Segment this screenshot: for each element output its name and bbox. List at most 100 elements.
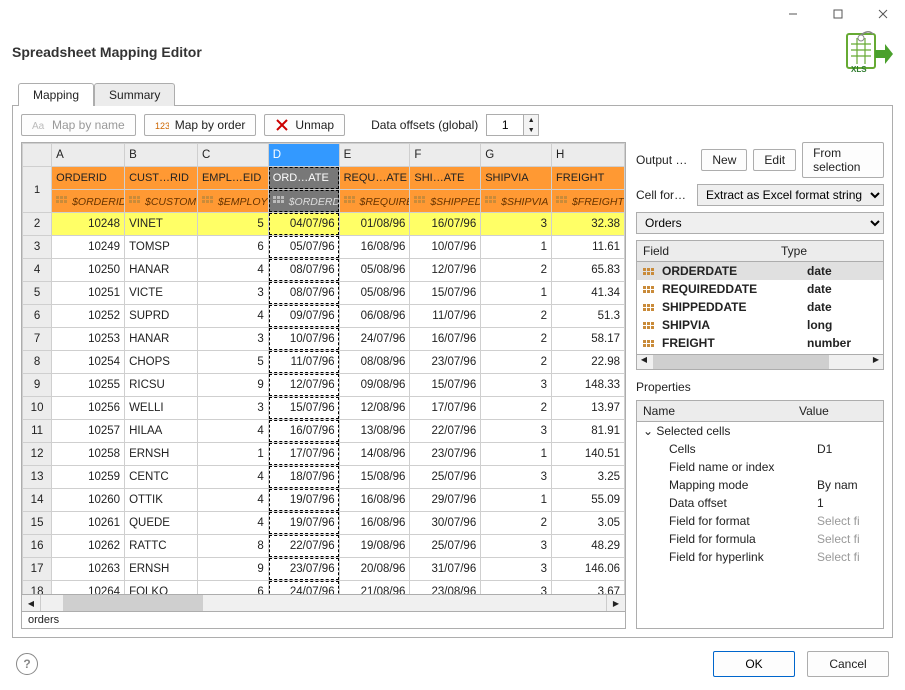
row-header[interactable]: 9	[23, 374, 52, 397]
cell[interactable]: 19/07/96	[268, 489, 339, 512]
cell[interactable]: 18/07/96	[268, 466, 339, 489]
cell[interactable]: 21/08/96	[339, 581, 410, 595]
cell[interactable]: 01/08/96	[339, 213, 410, 236]
cell[interactable]: 8	[197, 535, 268, 558]
cell[interactable]: 16/07/96	[268, 420, 339, 443]
map-var-cell[interactable]: $REQUIRE	[339, 190, 410, 213]
cell[interactable]: 9	[197, 374, 268, 397]
map-header-cell[interactable]: SHI…ATE	[410, 167, 481, 190]
cell[interactable]: 22/07/96	[268, 535, 339, 558]
map-var-cell[interactable]: $EMPLOY	[197, 190, 268, 213]
col-header-G[interactable]: G	[481, 144, 552, 167]
prop-row[interactable]: Field for formatSelect fi	[637, 512, 883, 530]
cell[interactable]: 17/07/96	[410, 397, 481, 420]
cell[interactable]: 16/08/96	[339, 512, 410, 535]
prop-row[interactable]: Field name or index	[637, 458, 883, 476]
cell[interactable]: 1	[481, 282, 552, 305]
cell[interactable]: 3	[481, 420, 552, 443]
cell[interactable]: 55.09	[552, 489, 625, 512]
cell[interactable]: HANAR	[125, 328, 198, 351]
cell[interactable]: 3	[481, 581, 552, 595]
cell[interactable]: 4	[197, 420, 268, 443]
cell[interactable]: 148.33	[552, 374, 625, 397]
cell[interactable]: 65.83	[552, 259, 625, 282]
cell[interactable]: SUPRD	[125, 305, 198, 328]
cell[interactable]: 10253	[52, 328, 125, 351]
cell[interactable]: 10/07/96	[410, 236, 481, 259]
map-header-cell[interactable]: CUST…RID	[125, 167, 198, 190]
cell[interactable]: 10264	[52, 581, 125, 595]
window-close-button[interactable]	[860, 0, 905, 28]
cell[interactable]: 08/08/96	[339, 351, 410, 374]
cell[interactable]: 81.91	[552, 420, 625, 443]
row-header[interactable]: 8	[23, 351, 52, 374]
row-header[interactable]: 3	[23, 236, 52, 259]
cancel-button[interactable]: Cancel	[807, 651, 889, 677]
map-var-cell[interactable]: $SHIPPED	[410, 190, 481, 213]
cell[interactable]: 15/07/96	[268, 397, 339, 420]
prop-row[interactable]: CellsD1	[637, 440, 883, 458]
cell[interactable]: 4	[197, 512, 268, 535]
cell[interactable]: 3	[197, 397, 268, 420]
cell[interactable]: 04/07/96	[268, 213, 339, 236]
cell[interactable]: 6	[197, 236, 268, 259]
cell[interactable]: 11/07/96	[268, 351, 339, 374]
ok-button[interactable]: OK	[713, 651, 795, 677]
field-row[interactable]: ORDERDATEdate	[637, 262, 883, 280]
col-header-C[interactable]: C	[197, 144, 268, 167]
map-header-cell[interactable]: FREIGHT	[552, 167, 625, 190]
row-header[interactable]: 13	[23, 466, 52, 489]
cell[interactable]: 17/07/96	[268, 443, 339, 466]
cell[interactable]: 3	[481, 535, 552, 558]
cell[interactable]: 24/07/96	[339, 328, 410, 351]
field-row[interactable]: SHIPPEDDATEdate	[637, 298, 883, 316]
cell[interactable]: 3.67	[552, 581, 625, 595]
col-header-B[interactable]: B	[125, 144, 198, 167]
cell[interactable]: 3.25	[552, 466, 625, 489]
cell[interactable]: 10257	[52, 420, 125, 443]
cell[interactable]: 10261	[52, 512, 125, 535]
cell[interactable]: 4	[197, 259, 268, 282]
cell[interactable]: FOLKO	[125, 581, 198, 595]
cell[interactable]: 10259	[52, 466, 125, 489]
cell[interactable]: RATTC	[125, 535, 198, 558]
cell[interactable]: 2	[481, 512, 552, 535]
cell[interactable]: 2	[481, 328, 552, 351]
cell[interactable]: 146.06	[552, 558, 625, 581]
cell[interactable]: VINET	[125, 213, 198, 236]
col-header-H[interactable]: H	[552, 144, 625, 167]
cell[interactable]: 15/07/96	[410, 374, 481, 397]
row-header[interactable]: 4	[23, 259, 52, 282]
map-header-cell[interactable]: EMPL…EID	[197, 167, 268, 190]
cell[interactable]: 10249	[52, 236, 125, 259]
cell[interactable]: 23/08/96	[410, 581, 481, 595]
cell[interactable]: 09/07/96	[268, 305, 339, 328]
cell[interactable]: 10248	[52, 213, 125, 236]
cell[interactable]: WELLI	[125, 397, 198, 420]
cell[interactable]: 3	[481, 374, 552, 397]
row-header[interactable]: 12	[23, 443, 52, 466]
spreadsheet-grid[interactable]: ABCDEFGH 1ORDERIDCUST…RIDEMPL…EIDORD…ATE…	[22, 143, 625, 594]
cell[interactable]: 2	[481, 305, 552, 328]
cell[interactable]: ERNSH	[125, 558, 198, 581]
cell[interactable]: 11/07/96	[410, 305, 481, 328]
cell[interactable]: 9	[197, 558, 268, 581]
unmap-button[interactable]: Unmap	[264, 114, 345, 136]
fields-list[interactable]: Field Type ORDERDATEdate REQUIREDDATEdat…	[636, 240, 884, 370]
row-header[interactable]: 16	[23, 535, 52, 558]
cell[interactable]: 14/08/96	[339, 443, 410, 466]
cellfmt-select[interactable]: Extract as Excel format string	[697, 184, 884, 206]
cell[interactable]: 12/07/96	[410, 259, 481, 282]
cell[interactable]: 23/07/96	[410, 351, 481, 374]
prop-row[interactable]: Mapping modeBy nam	[637, 476, 883, 494]
cell[interactable]: 2	[481, 351, 552, 374]
cell[interactable]: 3	[197, 282, 268, 305]
window-minimize-button[interactable]	[770, 0, 815, 28]
row-header[interactable]: 1	[23, 167, 52, 213]
cell[interactable]: VICTE	[125, 282, 198, 305]
cell[interactable]: 19/08/96	[339, 535, 410, 558]
offsets-up[interactable]: ▲	[524, 115, 538, 125]
row-header[interactable]: 10	[23, 397, 52, 420]
col-header-A[interactable]: A	[52, 144, 125, 167]
cell[interactable]: 16/07/96	[410, 213, 481, 236]
